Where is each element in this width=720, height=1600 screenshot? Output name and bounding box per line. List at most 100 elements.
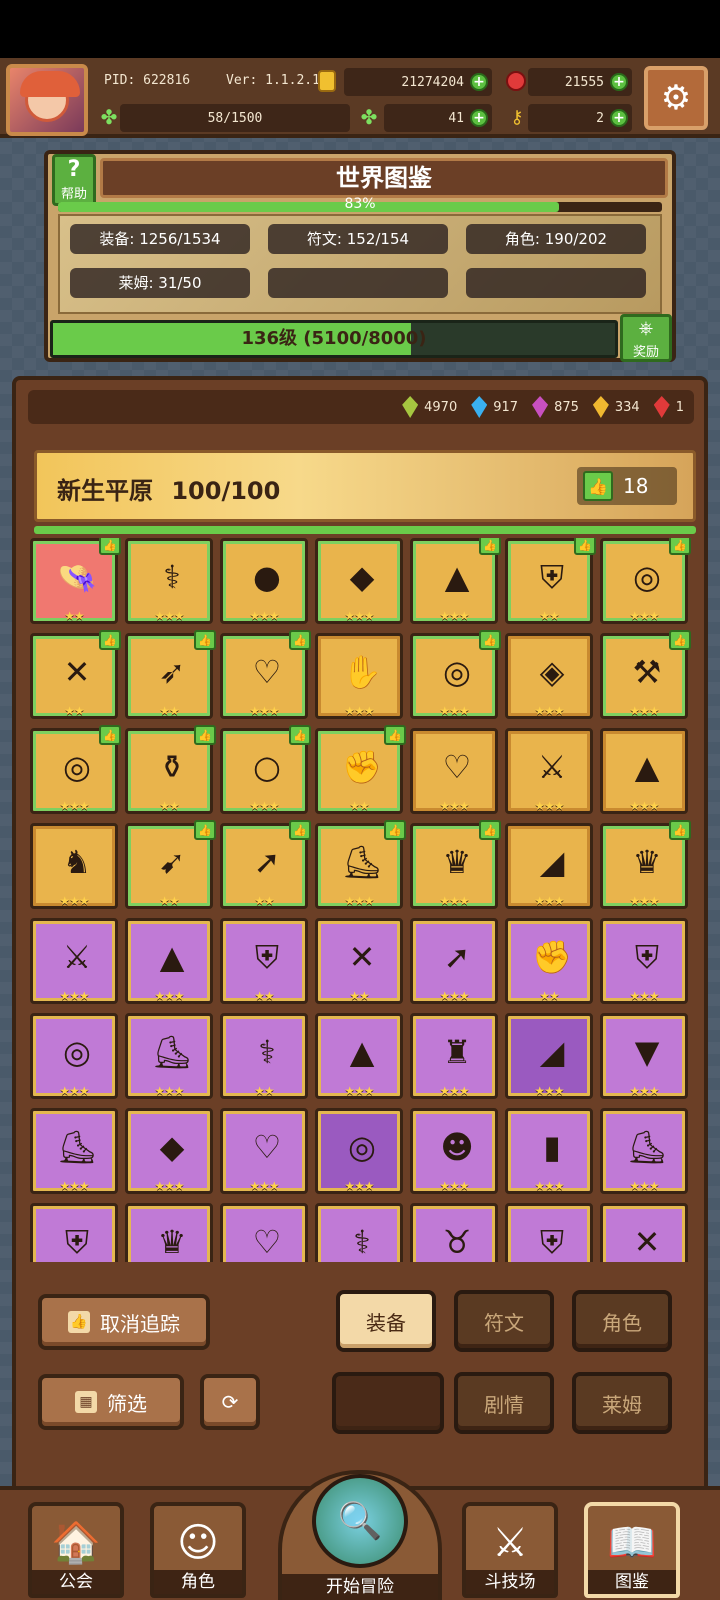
equipment-item[interactable]: ⛸ ★★★: [30, 1108, 118, 1194]
equipment-item[interactable]: ▲ ★★★: [125, 918, 213, 1004]
equipment-item[interactable]: ✋ ★★★: [315, 633, 403, 719]
equipment-item[interactable]: ⛸ ★★★: [600, 1108, 688, 1194]
necklace-icon: ♡: [252, 1128, 282, 1166]
equipment-item[interactable]: ➚ ★★ 👍: [220, 820, 311, 909]
equipment-item[interactable]: ♡ ★★★: [410, 728, 498, 814]
nav-start-adventure[interactable]: 🔍 开始冒险: [278, 1470, 442, 1600]
star-rating: ★★★: [534, 704, 564, 718]
equipment-item[interactable]: ⛨ ★★ 👍: [505, 538, 596, 624]
equipment-item[interactable]: ✊ ★★ 👍: [315, 725, 406, 814]
belt-icon: ◎: [63, 1033, 91, 1071]
equipment-item[interactable]: ● ★★★: [220, 538, 308, 624]
gem-counter: 875: [532, 396, 579, 418]
equipment-item[interactable]: ➚ ★★★: [410, 918, 498, 1004]
equipment-item[interactable]: ✕ ★★ 👍: [30, 630, 121, 719]
equipment-item[interactable]: ○ ★★★ 👍: [220, 725, 311, 814]
tab-story-label: 剧情: [484, 1392, 524, 1417]
nav-codex[interactable]: 📖 图鉴: [584, 1502, 680, 1598]
equipment-item[interactable]: ♡ ★★★ 👍: [220, 630, 311, 719]
star-rating: ★★★: [439, 989, 469, 1003]
equipment-item[interactable]: ♡ ★★★: [220, 1108, 308, 1194]
gem-counter: 4970: [402, 396, 457, 418]
equipment-item[interactable]: ➹ ★★ 👍: [125, 820, 216, 909]
equipment-item[interactable]: ♡: [220, 1203, 308, 1262]
clover-amount: 41: [448, 110, 464, 126]
equipment-item[interactable]: ♛ ★★★ 👍: [600, 820, 691, 909]
equipment-item[interactable]: ➶ ★★ 👍: [125, 630, 216, 719]
equipment-item[interactable]: 👒 ★★ 👍: [30, 538, 121, 624]
equipment-item[interactable]: ◆ ★★★: [125, 1108, 213, 1194]
boots-icon: ⛸: [626, 1128, 668, 1166]
avatar-face: [20, 71, 80, 122]
equipment-item[interactable]: ◎ ★★★ 👍: [410, 630, 501, 719]
equipment-item[interactable]: ⚕ ★★★: [125, 538, 213, 624]
equipment-item[interactable]: ◎ ★★★ 👍: [600, 538, 691, 624]
green-gem-icon: [402, 396, 419, 418]
add-clover-button[interactable]: +: [470, 109, 488, 127]
equipment-item[interactable]: ▲ ★★★: [315, 1013, 403, 1099]
equipment-item[interactable]: ⚔ ★★★: [30, 918, 118, 1004]
nav-guild[interactable]: 🏠 公会: [28, 1502, 124, 1598]
equipment-item[interactable]: ▼ ★★★: [600, 1013, 688, 1099]
untrack-label: 取消追踪: [100, 1311, 180, 1336]
filter-label: 筛选: [107, 1391, 147, 1416]
tracked-thumbs-up-icon: 👍: [289, 820, 311, 840]
equipment-item[interactable]: ◎ ★★★: [30, 1013, 118, 1099]
untrack-button[interactable]: 👍 取消追踪: [38, 1294, 210, 1350]
settings-button[interactable]: ⚙: [644, 66, 708, 130]
equipment-item[interactable]: ◈ ★★★: [505, 633, 593, 719]
tab-character[interactable]: 角色: [572, 1290, 672, 1352]
equipment-item[interactable]: ⛸ ★★★: [125, 1013, 213, 1099]
area-header[interactable]: 新生平原 100/100 👍 18: [34, 450, 696, 522]
star-rating: ★★★: [59, 1084, 89, 1098]
equipment-item[interactable]: ⛨ ★★★: [600, 918, 688, 1004]
add-gold-button[interactable]: +: [470, 73, 488, 91]
equipment-item[interactable]: ⚔ ★★★: [505, 728, 593, 814]
equipment-item[interactable]: ▲ ★★★: [600, 728, 688, 814]
equipment-item[interactable]: ◢ ★★★: [505, 823, 593, 909]
equipment-item[interactable]: ♜ ★★★: [410, 1013, 498, 1099]
equipment-item[interactable]: ▮ ★★★: [505, 1108, 593, 1194]
tab-rune[interactable]: 符文: [454, 1290, 554, 1352]
equipment-item[interactable]: ⛨ ★★: [220, 918, 308, 1004]
equipment-item[interactable]: ♞ ★★★: [30, 823, 118, 909]
player-avatar[interactable]: [6, 64, 88, 136]
completion-progress: 83%: [58, 196, 662, 212]
equipment-item[interactable]: ✕: [600, 1203, 688, 1262]
equipment-item[interactable]: ◆ ★★★: [315, 538, 403, 624]
equipment-item[interactable]: ▲ ★★★ 👍: [410, 538, 501, 624]
star-rating: ★★: [349, 799, 370, 813]
add-key-button[interactable]: +: [610, 109, 628, 127]
tab-story[interactable]: 剧情: [454, 1372, 554, 1434]
add-ruby-button[interactable]: +: [610, 73, 628, 91]
equipment-item[interactable]: ✕ ★★: [315, 918, 403, 1004]
equipment-item[interactable]: ⛨: [505, 1203, 593, 1262]
equipment-item[interactable]: ◎ ★★★: [315, 1108, 403, 1194]
tab-equipment[interactable]: 装备: [336, 1290, 436, 1352]
reward-button[interactable]: ⎈ 奖励: [620, 314, 672, 362]
filter-button[interactable]: ▦ 筛选: [38, 1374, 184, 1430]
nav-character[interactable]: ☺ 角色: [150, 1502, 246, 1598]
equipment-item[interactable]: ✊ ★★: [505, 918, 593, 1004]
star-rating: ★★: [254, 1084, 275, 1098]
equipment-item[interactable]: ⚕ ★★: [220, 1013, 308, 1099]
bracelet-icon: ◎: [443, 653, 471, 691]
nav-arena[interactable]: ⚔ 斗技场: [462, 1502, 558, 1598]
refresh-button[interactable]: ⟳: [200, 1374, 260, 1430]
equipment-item[interactable]: ♛ ★★★ 👍: [410, 820, 501, 909]
staff-icon: ⚕: [353, 1223, 371, 1261]
equipment-item[interactable]: ♉: [410, 1203, 498, 1262]
tracked-thumbs-up-icon: 👍: [669, 820, 691, 840]
equipment-item[interactable]: ⚕: [315, 1203, 403, 1262]
equipment-item[interactable]: ⚒ ★★★ 👍: [600, 630, 691, 719]
equipment-item[interactable]: ⚱ ★★ 👍: [125, 725, 216, 814]
tracked-thumbs-up-icon: 👍: [99, 725, 121, 745]
equipment-item[interactable]: ◢ ★★★: [505, 1013, 593, 1099]
equipment-item[interactable]: ☻ ★★★: [410, 1108, 498, 1194]
equipment-item[interactable]: ◎ ★★★ 👍: [30, 725, 121, 814]
tab-empty-slot: [332, 1372, 444, 1434]
equipment-item[interactable]: ⛸ ★★★ 👍: [315, 820, 406, 909]
equipment-item[interactable]: ⛨: [30, 1203, 118, 1262]
equipment-item[interactable]: ♛: [125, 1203, 213, 1262]
tab-slime[interactable]: 莱姆: [572, 1372, 672, 1434]
